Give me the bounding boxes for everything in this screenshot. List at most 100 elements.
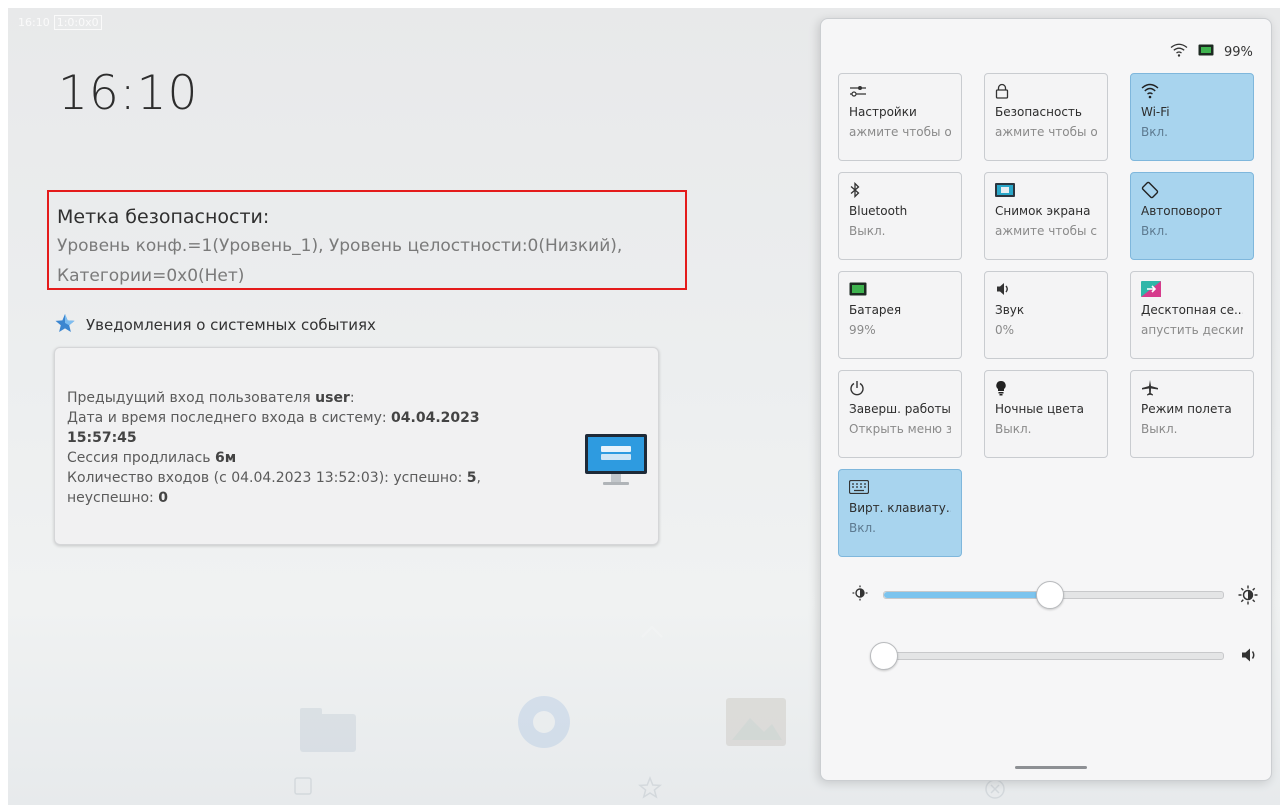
wifi-icon [1141,82,1243,100]
quick-tile-speaker[interactable]: Звук 0% [984,271,1108,359]
quick-tile-state: Вкл. [1141,224,1168,238]
quick-tile-screenshot[interactable]: Снимок экрана ажмите чтобы с [984,172,1108,260]
brightness-low-icon [852,585,868,605]
bulb-icon [995,379,1097,397]
overview-icon [293,776,313,800]
volume-track[interactable] [883,652,1224,660]
quick-tile-name: Режим полета [1141,402,1232,416]
quick-tile-name: Ночные цвета [995,402,1084,416]
battery-icon [849,280,951,298]
login-failed-count: 0 [158,490,168,506]
volume-slider[interactable] [852,639,1258,670]
quick-tile-state: Открыть меню з [849,422,951,436]
quick-tile-sliders[interactable]: Настройки ажмите чтобы о [838,73,962,161]
quick-tile-name: Снимок экрана [995,204,1091,218]
quick-tile-keyboard[interactable]: Вирт. клавиату... Вкл. [838,469,962,557]
quick-tile-wifi[interactable]: Wi-Fi Вкл. [1130,73,1254,161]
quick-tile-state: апустить деским [1141,323,1243,337]
keyboard-icon [849,478,951,496]
monitor-icon [583,432,649,496]
login-count-comma: , [476,470,481,486]
status-time: 16:10 [18,16,50,29]
prev-login-user: user [315,390,350,406]
chevron-up-icon [640,624,664,643]
security-label-line2: Категории=0x0(Нет) [57,266,245,286]
close-circle-icon [984,778,1006,804]
quick-tile-name: Заверш. работы [849,402,951,416]
volume-knob[interactable] [870,642,898,670]
screen-left-border [0,0,8,805]
prev-login-label: Предыдущий вход пользователя [67,390,316,406]
login-count-label: Количество входов (с 04.04.2023 13:52:03… [67,470,467,486]
gallery-icon [724,696,788,752]
quick-tile-name: Безопасность [995,105,1082,119]
last-login-label: Дата и время последнего входа в систему: [67,410,392,426]
quick-tile-state: Выкл. [995,422,1032,436]
quick-tile-bluetooth[interactable]: Bluetooth Выкл. [838,172,962,260]
brightness-slider[interactable] [852,578,1258,609]
panel-status-indicators: 99% [1170,43,1253,61]
battery-status-percent: 99% [1224,44,1253,60]
quick-tile-state: Выкл. [1141,422,1178,436]
desktop-session-icon [1141,280,1243,298]
login-notification-text: Предыдущий вход пользователя user: Дата … [67,388,567,508]
quick-tile-state: ажмите чтобы о [849,125,951,139]
login-notification-card[interactable]: Предыдущий вход пользователя user: Дата … [54,347,659,545]
lock-clock: 16:10 [58,66,199,121]
prev-login-colon: : [349,390,355,406]
login-success-count: 5 [466,470,477,486]
power-icon [849,379,951,397]
quick-tile-state: Выкл. [849,224,886,238]
quick-tile-state: 0% [995,323,1015,337]
quick-tile-name: Настройки [849,105,917,119]
status-label-box: 1:0:0x0 [53,15,102,30]
quick-tile-name: Батарея [849,303,902,317]
quick-tile-state: 99% [849,323,876,337]
security-label-line1: Уровень конф.=1(Уровень_1), Уровень цело… [57,236,623,256]
quick-tile-lock[interactable]: Безопасность ажмите чтобы о [984,73,1108,161]
session-duration-label: Сессия продлилась [67,450,216,466]
quick-tile-state: Вкл. [849,521,876,535]
screen-top-border [0,0,1280,8]
quick-tile-name: Автоповорот [1141,204,1223,218]
brightness-high-icon [1238,585,1258,609]
login-failed-label: неуспешно: [67,490,159,506]
quick-tile-state: Вкл. [1141,125,1168,139]
quick-tile-battery[interactable]: Батарея 99% [838,271,962,359]
notifications-header: Уведомления о системных событиях [54,312,376,338]
quick-tile-power[interactable]: Заверш. работы Открыть меню з [838,370,962,458]
security-label-box: Метка безопасности: Уровень конф.=1(Уров… [47,190,687,290]
lock-icon [995,82,1097,100]
brightness-knob[interactable] [1036,581,1065,609]
panel-drag-handle[interactable] [1015,766,1087,769]
last-login-time: 15:57:45 [67,430,137,446]
bluetooth-icon [849,181,951,199]
quick-tile-rotate[interactable]: Автоповорот Вкл. [1130,172,1254,260]
star-icon [54,312,76,338]
battery-status-icon [1198,44,1214,60]
quick-tile-name: Bluetooth [849,204,908,218]
quick-tile-name: Вирт. клавиату... [849,501,951,515]
sliders-icon [849,82,951,100]
quick-tile-bulb[interactable]: Ночные цвета Выкл. [984,370,1108,458]
notifications-header-label: Уведомления о системных событиях [86,316,376,334]
quick-tile-desktop-session[interactable]: Десктопная се... апустить деским [1130,271,1254,359]
session-duration-value: 6м [215,450,237,466]
wifi-status-icon [1170,43,1188,61]
quick-tile-state: ажмите чтобы с [995,224,1097,238]
speaker-icon [995,280,1097,298]
security-label-title: Метка безопасности: [57,206,270,228]
brightness-fill [884,592,1051,598]
folder-icon [300,708,356,756]
status-bar: 16:10 1:0:0x0 [18,15,102,30]
quick-tile-name: Десктопная се... [1141,303,1243,317]
rotate-icon [1141,181,1243,199]
quick-tile-state: ажмите чтобы о [995,125,1097,139]
quick-tile-name: Wi-Fi [1141,105,1170,119]
screenshot-icon [995,181,1097,199]
quick-tile-airplane[interactable]: Режим полета Выкл. [1130,370,1254,458]
favorites-icon [638,775,662,804]
speaker-icon [1240,646,1258,668]
quick-tile-name: Звук [995,303,1025,317]
airplane-icon [1141,379,1243,397]
